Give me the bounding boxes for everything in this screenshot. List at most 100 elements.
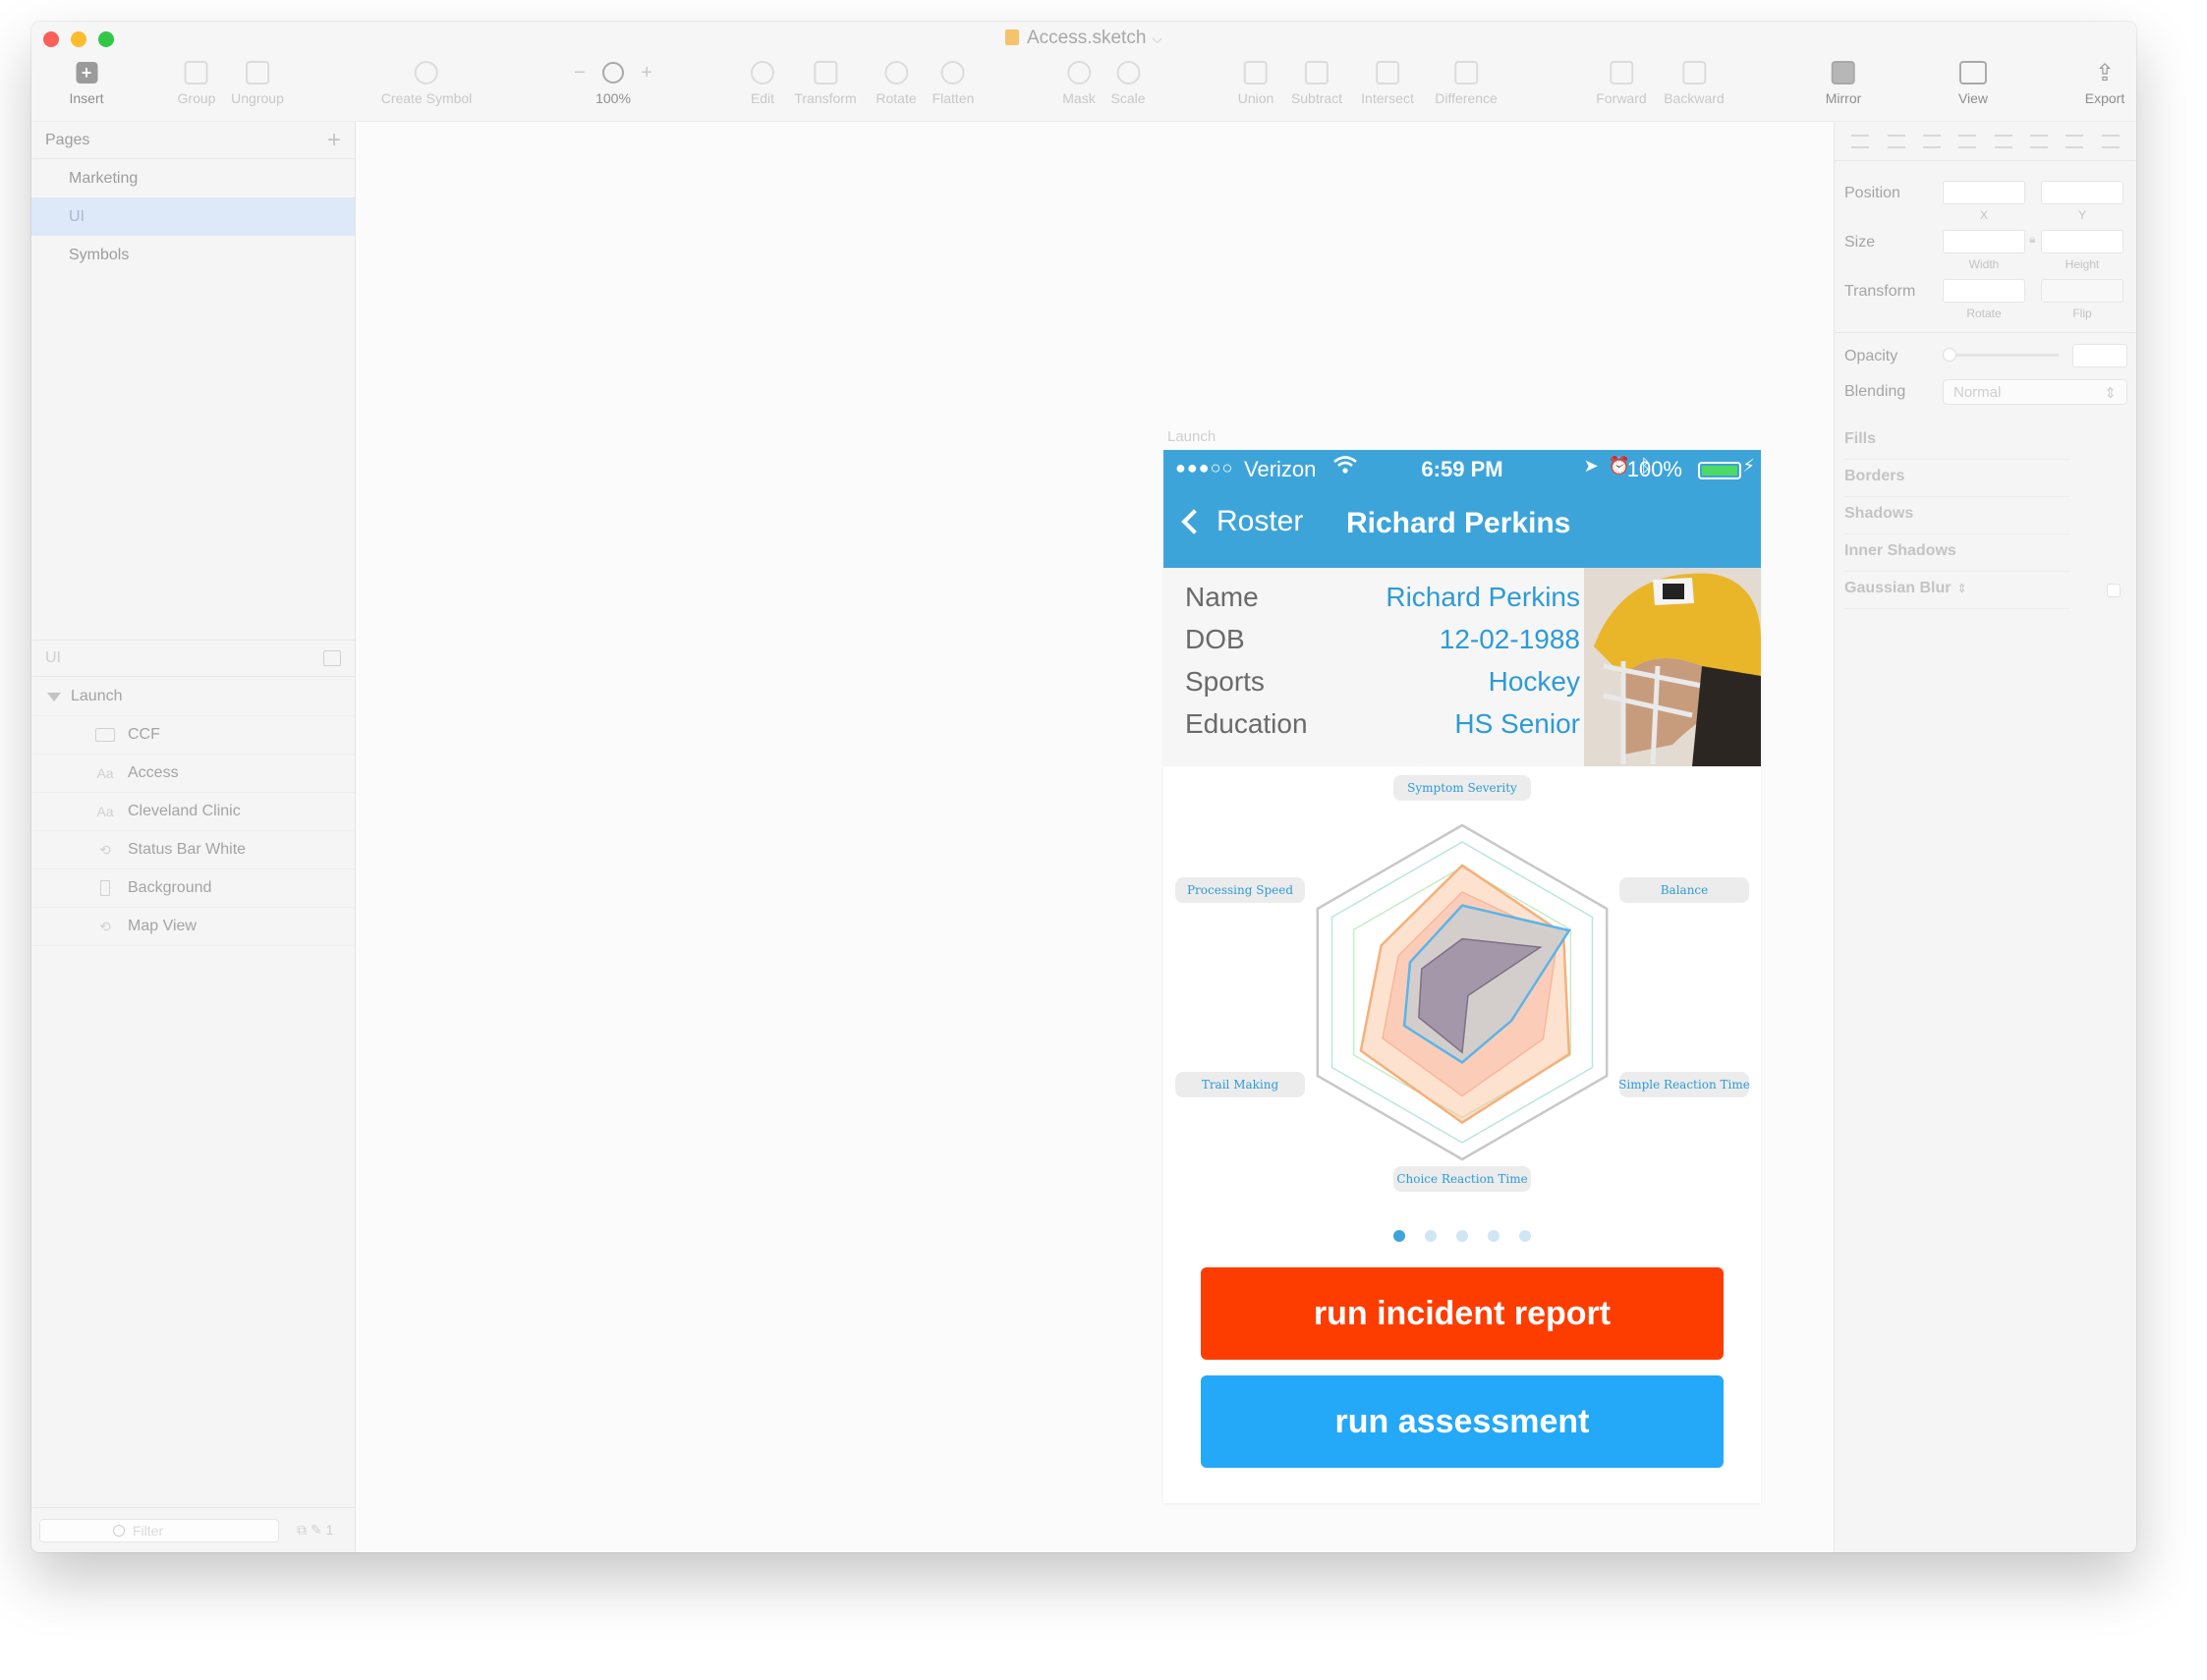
page-dot[interactable]	[1456, 1230, 1468, 1242]
distribute-vertical-icon[interactable]	[1887, 134, 1905, 148]
layer-item[interactable]: Aa Cleveland Clinic	[31, 793, 355, 831]
filter-input[interactable]: Filter	[39, 1518, 279, 1542]
opacity-label: Opacity	[1844, 348, 1898, 364]
create-symbol-button[interactable]: Create Symbol	[381, 59, 472, 122]
chevron-updown-icon: ⇕	[2104, 385, 2117, 402]
rotate-button[interactable]: Rotate	[876, 59, 917, 122]
height-field[interactable]	[2041, 230, 2123, 253]
transform-button[interactable]: Transform	[794, 59, 857, 122]
page-dot[interactable]	[1519, 1230, 1531, 1242]
align-top-icon[interactable]	[2030, 134, 2049, 148]
radar-axis-label: Balance	[1619, 877, 1749, 903]
shadows-section[interactable]: Shadows	[1844, 497, 2070, 534]
width-field[interactable]	[1943, 230, 2025, 253]
page-item-symbols[interactable]: Symbols	[31, 236, 355, 274]
sketch-document-icon	[1004, 29, 1019, 45]
align-center-icon[interactable]	[1958, 134, 1977, 148]
align-left-icon[interactable]	[1922, 134, 1941, 148]
layer-item[interactable]: CCF	[31, 716, 355, 755]
charging-bolt-icon: ⚡	[1742, 456, 1755, 476]
page-dot[interactable]	[1393, 1230, 1405, 1242]
difference-button[interactable]: Difference	[1435, 59, 1498, 122]
zoom-icon: − +	[574, 59, 652, 86]
collapse-layers-icon[interactable]	[323, 650, 341, 666]
opacity-slider[interactable]	[1943, 348, 2059, 362]
title-bar: Access.sketch ⌵ + Insert Group Ungroup Cr…	[31, 22, 2136, 122]
insert-label: Insert	[69, 90, 104, 106]
subtract-button[interactable]: Subtract	[1291, 59, 1342, 122]
insert-button[interactable]: + Insert	[69, 59, 104, 122]
rotate-field[interactable]	[1943, 279, 2025, 303]
gaussian-blur-checkbox[interactable]	[2107, 584, 2121, 597]
scale-button[interactable]: Scale	[1110, 59, 1146, 122]
align-bottom-icon[interactable]	[2101, 134, 2120, 148]
rotate-icon	[882, 59, 910, 86]
height-caption: Height	[2065, 257, 2100, 271]
chevron-updown-icon[interactable]: ⇕	[1956, 582, 1966, 595]
artboard-title[interactable]: Launch	[1167, 428, 1216, 445]
canvas[interactable]: Launch ●●●○○ Verizon 6:59 PM ➤ ⏰ ᛒ 100%	[356, 122, 1834, 1552]
backward-button[interactable]: Backward	[1664, 59, 1725, 122]
x-field[interactable]	[1943, 181, 2025, 204]
filter-options-icon[interactable]: ⧉ ✎ 1	[297, 1522, 333, 1539]
layer-item[interactable]: ⟲ Map View	[31, 908, 355, 946]
ungroup-button[interactable]: Ungroup	[231, 59, 284, 122]
export-button[interactable]: ⇪ Export	[2085, 59, 2124, 122]
back-button[interactable]: Roster	[1177, 505, 1303, 538]
flip-caption: Flip	[2072, 307, 2092, 320]
run-incident-report-button[interactable]: run incident report	[1201, 1267, 1724, 1360]
add-page-icon[interactable]: +	[327, 128, 341, 152]
borders-section[interactable]: Borders	[1844, 460, 2070, 497]
rotate-caption: Rotate	[1966, 307, 2002, 320]
profile-row: Sports Hockey	[1185, 666, 1580, 705]
fills-section[interactable]: Fills	[1844, 422, 2070, 460]
page-item-marketing[interactable]: Marketing	[31, 159, 355, 197]
layer-item[interactable]: ⟲ Status Bar White	[31, 831, 355, 869]
view-label: View	[1957, 90, 1989, 106]
layer-item[interactable]: Aa Access	[31, 755, 355, 793]
layer-item[interactable]: Background	[31, 869, 355, 908]
y-field[interactable]	[2041, 181, 2123, 204]
profile-value: HS Senior	[1454, 708, 1580, 739]
zoom-out-icon[interactable]: −	[574, 62, 586, 84]
align-right-icon[interactable]	[1994, 134, 2012, 148]
mirror-button[interactable]: Mirror	[1825, 59, 1862, 122]
flatten-button[interactable]: Flatten	[933, 59, 974, 122]
document-title[interactable]: Access.sketch ⌵	[31, 28, 2136, 49]
location-arrow-icon: ➤	[1583, 456, 1599, 476]
mirror-label: Mirror	[1825, 90, 1862, 106]
zoom-in-icon[interactable]: +	[641, 62, 652, 84]
disclosure-triangle-icon[interactable]	[47, 692, 61, 701]
gaussian-blur-section[interactable]: Gaussian Blur ⇕	[1844, 572, 2070, 609]
page-dot[interactable]	[1425, 1230, 1437, 1242]
flip-buttons[interactable]	[2041, 279, 2123, 303]
view-button[interactable]: View	[1958, 59, 1988, 122]
opacity-slider-knob[interactable]	[1943, 348, 1956, 362]
run-assessment-button[interactable]: run assessment	[1201, 1375, 1724, 1468]
lock-icon[interactable]: 🔒︎	[2029, 232, 2035, 247]
radar-axis-label: Simple Reaction Time	[1618, 1072, 1750, 1097]
subtract-label: Subtract	[1290, 90, 1343, 106]
blending-select[interactable]: Normal ⇕	[1943, 379, 2127, 405]
align-middle-icon[interactable]	[2066, 134, 2084, 148]
artboard-launch[interactable]: ●●●○○ Verizon 6:59 PM ➤ ⏰ ᛒ 100% ⚡ Roste…	[1163, 450, 1761, 1503]
distribute-horizontal-icon[interactable]	[1851, 134, 1870, 148]
chevron-down-icon: ⌵	[1152, 30, 1163, 46]
union-button[interactable]: Union	[1238, 59, 1273, 122]
edit-label: Edit	[750, 90, 775, 106]
pages-title: Pages	[45, 131, 90, 148]
zoom-control[interactable]: − + 100%	[574, 59, 652, 122]
layer-label: CCF	[128, 726, 160, 743]
layer-group-launch[interactable]: Launch	[31, 678, 355, 716]
group-button[interactable]: Group	[178, 59, 215, 122]
intersect-button[interactable]: Intersect	[1361, 59, 1414, 122]
forward-button[interactable]: Forward	[1596, 59, 1647, 122]
inner-shadows-section[interactable]: Inner Shadows	[1844, 534, 2070, 572]
opacity-field[interactable]	[2072, 344, 2127, 367]
transform-row: Transform Rotate Flip	[1844, 273, 2129, 320]
edit-button[interactable]: Edit	[749, 59, 776, 122]
page-item-ui[interactable]: UI	[31, 197, 355, 236]
page-dot[interactable]	[1488, 1230, 1500, 1242]
mask-button[interactable]: Mask	[1062, 59, 1096, 122]
profile-row: Name Richard Perkins	[1185, 582, 1580, 621]
